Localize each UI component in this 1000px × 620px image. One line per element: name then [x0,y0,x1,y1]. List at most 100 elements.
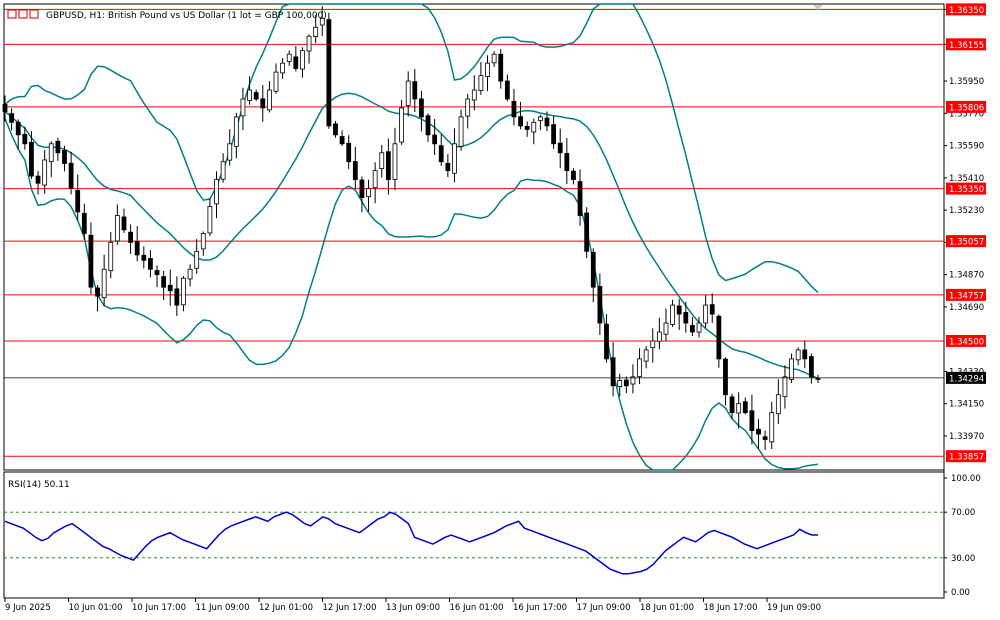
horizontal-line-label: 1.33857 [949,453,984,463]
time-tick-label: 18 Jun 17:00 [704,603,758,613]
candle-body [452,143,457,174]
price-tick-label: 1.35230 [949,206,984,216]
candle-body [531,121,537,133]
time-tick-label: 10 Jun 01:00 [69,603,123,613]
candle-body [220,161,226,180]
candle-body [465,98,471,117]
candle-body [167,284,173,292]
current-price-line: 1.34294 [4,371,986,384]
time-tick-label: 16 Jun 01:00 [450,603,504,613]
price-tick-label: 1.35410 [949,174,984,184]
time-tick-label: 9 Jun 2025 [5,603,51,613]
candle-body [247,89,252,101]
chart-title-bar: GBPUSD, H1: British Pound vs US Dollar (… [7,9,327,21]
chart-type-icon[interactable] [7,9,17,19]
candle-body [749,410,755,431]
candle-body [656,331,662,342]
candle-body [683,311,689,324]
candle-body [769,412,775,443]
candle-body [412,81,418,100]
candle-body [808,356,814,378]
candle-body [134,241,140,256]
candle-body [471,89,477,101]
candle-body [366,188,371,198]
candle-body [2,103,8,112]
price-tick-label: 1.35950 [949,77,984,87]
price-tick-label: 1.33970 [949,432,984,442]
time-tick-label: 17 Jun 09:00 [577,603,631,613]
main-panel-border [3,3,945,471]
candle-body [676,305,682,315]
candle-body [590,251,596,288]
candle-body [551,124,557,145]
candle-body [187,268,193,280]
candle-body [405,80,411,106]
candle-body [485,62,490,77]
candle-body [385,151,391,181]
rsi-tick-label: 70.00 [951,508,975,518]
candle-body [339,136,345,145]
candle-body [802,349,808,360]
candle-body [280,62,286,74]
candle-body [762,436,768,440]
candle-body [114,215,120,242]
candle-body [372,170,378,189]
candle-body [313,26,319,37]
candle-body [756,428,761,435]
candle-body [392,143,398,180]
candle-body [425,115,431,136]
candle-body [88,234,94,288]
candle-body [518,116,523,127]
chart-canvas: 1.34294 1.363501.361551.359501.357701.35… [2,3,986,613]
candle-body [742,401,748,414]
candle-body [789,358,794,380]
candle-body [55,140,61,154]
candle-body [650,340,656,349]
candle-body [48,143,54,163]
candle-body [148,258,153,270]
rsi-tick-label: 30.00 [951,554,975,564]
bar-icon[interactable] [18,9,28,19]
price-axis: 1.363501.361551.359501.357701.355901.354… [944,5,984,442]
time-tick-label: 11 Jun 09:00 [196,603,250,613]
candle-body [266,89,272,111]
candle-body [273,71,279,92]
candle-body [253,92,259,100]
candle-body [438,145,444,163]
rsi-panel-border [3,471,945,599]
rsi-indicator [4,511,944,575]
candle-body [815,378,821,380]
candle-body [9,113,15,123]
candle-body [62,149,67,164]
horizontal-line-label: 1.34757 [949,291,984,301]
candle-body [637,358,642,378]
candle-body [227,143,233,161]
price-tick-label: 1.34150 [949,400,984,410]
candle-body [511,100,517,118]
candle-body [432,134,438,145]
candle-body [458,116,464,147]
bollinger-lower-band [4,118,819,471]
candle-body [623,379,629,387]
candle-body [293,56,299,69]
candle-body [670,304,675,325]
horizontal-line-label: 1.36155 [949,41,984,51]
candle-body [286,53,292,62]
candle-body [723,358,728,396]
candle-body [399,107,404,143]
candle-body [42,159,48,186]
price-tick-label: 1.34690 [949,303,984,313]
time-tick-label: 12 Jun 17:00 [323,603,377,613]
candle-body [75,189,81,213]
candle-body [379,152,385,170]
candle-body [333,123,338,136]
candle-body [445,162,451,172]
horizontal-line-label: 1.36350 [949,6,984,16]
candle-body [35,175,41,184]
candle-icon[interactable] [29,9,39,19]
candle-body [121,216,127,231]
candle-body [194,250,200,269]
candle-body [729,396,735,414]
rsi-tick-label: 100.00 [951,474,981,484]
candle-body [709,304,715,315]
